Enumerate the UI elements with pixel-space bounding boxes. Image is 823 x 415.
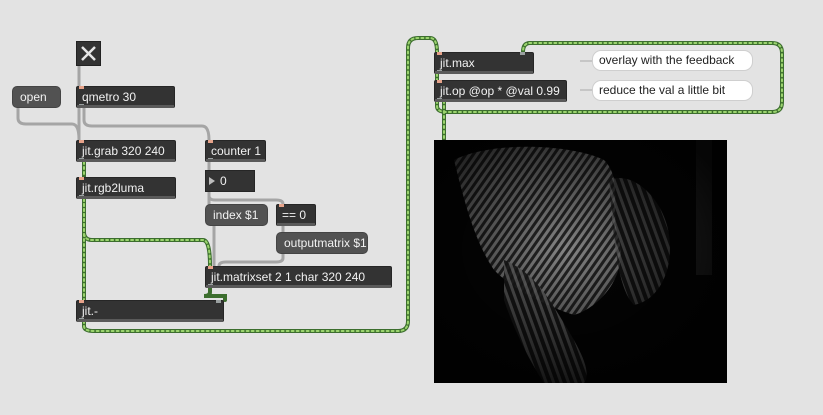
cord-open-grab: [16, 106, 81, 142]
jit-minus-inlet-left[interactable]: [79, 300, 84, 303]
toggle[interactable]: [76, 41, 101, 66]
comment-reduce: reduce the val a little bit: [592, 80, 753, 101]
video-frame: [434, 140, 727, 383]
jit-grab-inlet[interactable]: [79, 140, 84, 143]
qmetro-label: qmetro 30: [82, 90, 137, 104]
x-mark-icon: [81, 46, 96, 61]
jit-minus-label: jit.-: [82, 304, 98, 318]
qmetro-object[interactable]: qmetro 30: [76, 86, 175, 108]
cord-outputmatrix-matrixset: [217, 252, 285, 268]
object-bar: [435, 71, 533, 74]
equals-zero-object[interactable]: == 0: [276, 204, 316, 226]
jit-max-label: jit.max: [440, 56, 475, 70]
jit-matrixset-label: jit.matrixset 2 1 char 320 240: [211, 270, 366, 284]
jit-rgb2luma-label: jit.rgb2luma: [82, 181, 145, 195]
object-bar: [435, 99, 566, 102]
comment-overlay-text: overlay with the feedback: [599, 53, 735, 67]
jit-max-object[interactable]: jit.max: [434, 52, 534, 74]
object-bar: [77, 105, 174, 108]
object-bar: [77, 196, 175, 199]
cord-qmetro-counter: [82, 106, 211, 142]
object-bar: [277, 223, 315, 226]
triangle-right-icon: [209, 177, 215, 185]
jit-op-label: jit.op @op * @val 0.99: [440, 84, 560, 98]
object-bar: [206, 159, 265, 162]
jit-rgb2luma-inlet[interactable]: [79, 177, 84, 180]
object-bar: [77, 159, 175, 162]
counter-object[interactable]: counter 1: [205, 140, 266, 162]
jit-minus-inlet-right[interactable]: [216, 300, 221, 303]
number-box[interactable]: 0: [205, 170, 255, 192]
qmetro-inlet[interactable]: [79, 86, 84, 89]
index-message[interactable]: index $1: [205, 204, 268, 226]
jit-matrixset-object[interactable]: jit.matrixset 2 1 char 320 240: [205, 266, 392, 288]
outputmatrix-message-label: outputmatrix $1: [284, 236, 367, 250]
jit-max-inlet-left[interactable]: [437, 52, 442, 55]
equals-zero-label: == 0: [282, 208, 307, 222]
jit-grab-object[interactable]: jit.grab 320 240: [76, 140, 176, 162]
counter-label: counter 1: [211, 144, 262, 158]
comment-reduce-text: reduce the val a little bit: [599, 83, 726, 97]
jit-grab-label: jit.grab 320 240: [82, 144, 165, 158]
object-bar: [77, 319, 223, 322]
open-message[interactable]: open: [12, 86, 61, 108]
jit-pwindow-display[interactable]: [434, 140, 727, 383]
counter-inlet[interactable]: [208, 140, 213, 143]
equals-inlet[interactable]: [279, 204, 284, 207]
jit-minus-object[interactable]: jit.-: [76, 300, 224, 322]
cord-number-equals: [207, 190, 285, 206]
object-bar: [206, 285, 391, 288]
jit-op-object[interactable]: jit.op @op * @val 0.99: [434, 80, 567, 102]
jit-max-inlet-right[interactable]: [520, 52, 525, 55]
index-message-label: index $1: [213, 208, 259, 222]
jit-rgb2luma-object[interactable]: jit.rgb2luma: [76, 177, 176, 199]
comment-overlay: overlay with the feedback: [592, 50, 753, 71]
outputmatrix-message[interactable]: outputmatrix $1: [276, 232, 368, 254]
jit-op-inlet[interactable]: [437, 80, 442, 83]
jit-matrixset-inlet[interactable]: [208, 266, 213, 269]
open-message-label: open: [20, 90, 47, 104]
number-box-value: 0: [220, 174, 227, 188]
